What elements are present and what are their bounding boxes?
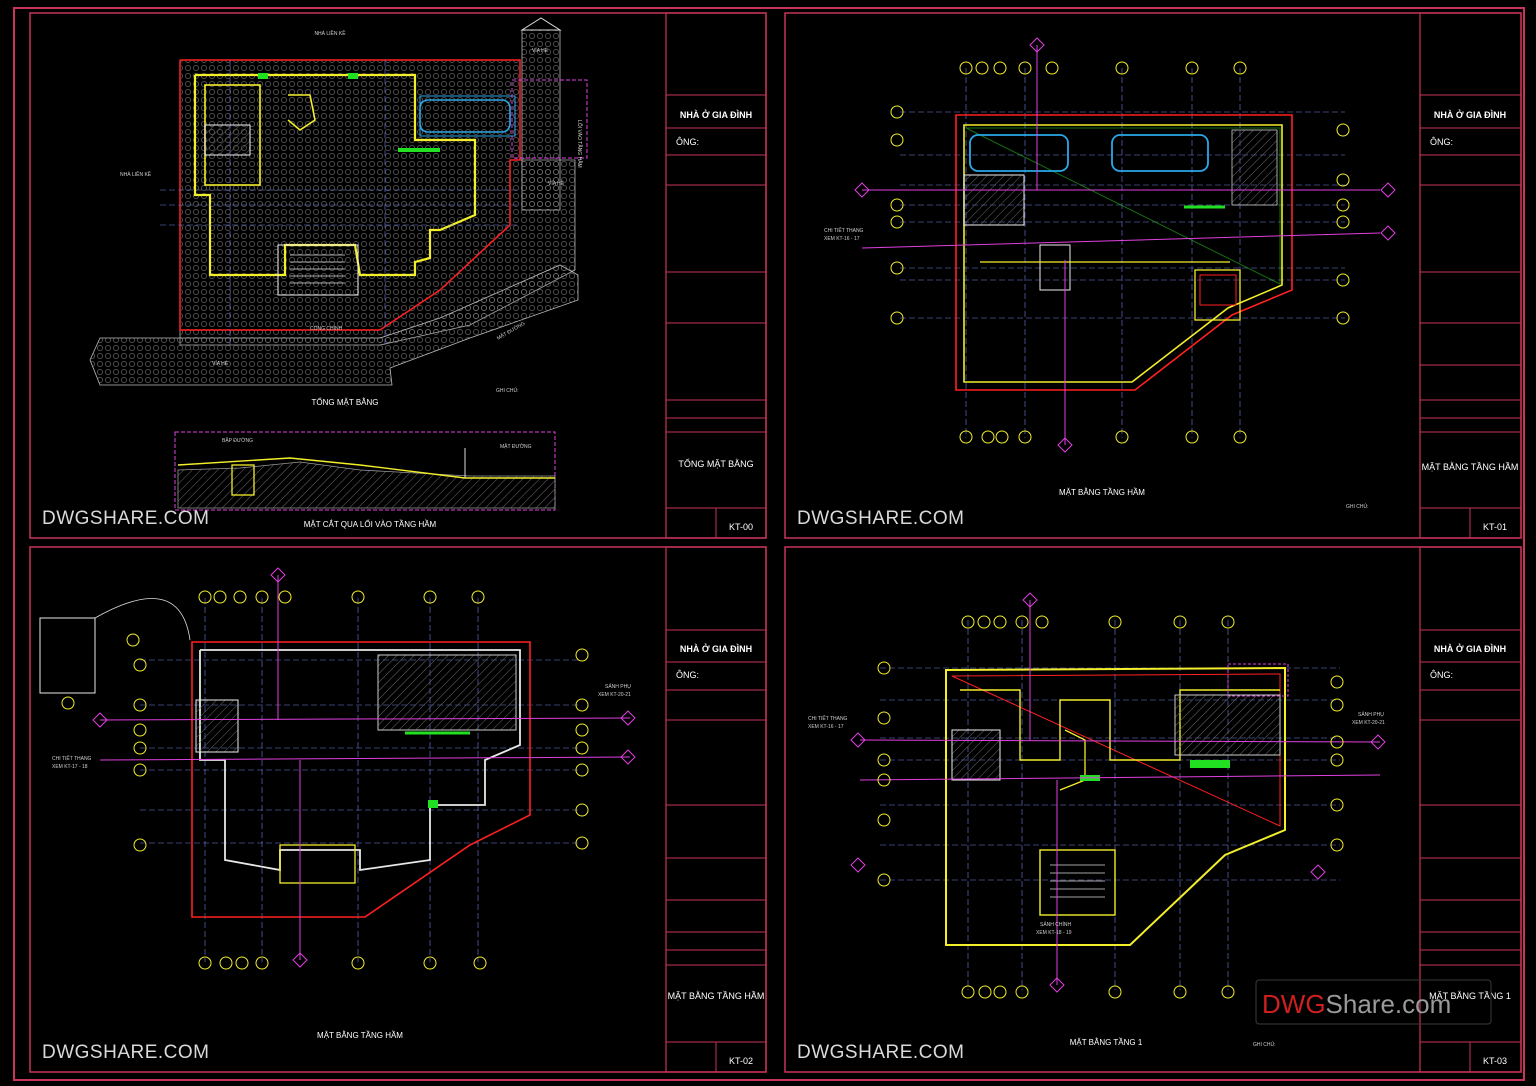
watermark: DWGSHARE.COM (797, 1042, 965, 1063)
car-2 (1111, 134, 1209, 172)
label-xem: XEM KT-16 - 17 (824, 236, 860, 242)
label-bap-duong: BẬP ĐƯỜNG (222, 437, 253, 444)
sheet-code: KT-03 (1483, 1056, 1507, 1066)
logo-suffix: Share.com (1326, 989, 1452, 1019)
cad-drawing-canvas: NHÀ Ở GIA ĐÌNH ÔNG: TỔNG MẶT BẰNG KT-00 … (13, 7, 1525, 1081)
sheet-code: KT-02 (729, 1056, 753, 1066)
grid-lines (140, 598, 580, 962)
grid-bubbles (877, 615, 1344, 999)
label-ghi-chu: GHI CHÚ: (1253, 1041, 1276, 1048)
label-chi-tiet: CHI TIẾT THANG (824, 227, 864, 234)
label-sanh-xem: XEM KT-20-21 (1352, 720, 1385, 726)
label-mat-duong-section: MẶT ĐƯỜNG (500, 443, 532, 450)
label-loi-vao: LỐI VÀO TẦNG HẦM (576, 120, 583, 168)
car-1 (969, 134, 1069, 172)
titleblock-drawing-name: TỔNG MẶT BẰNG (678, 458, 753, 469)
label-xem: XEM KT-17 - 18 (52, 764, 88, 770)
sheet-code: KT-01 (1483, 522, 1507, 532)
label-via-he-right: VỈA HÈ (548, 180, 565, 187)
label-sanh-phu: SẢNH PHỤ (605, 683, 631, 690)
sheet-kt-03[interactable]: NHÀ Ở GIA ĐÌNH ÔNG: MẶT BẰNG TẦNG 1 KT-0… (784, 546, 1522, 1073)
stair (204, 124, 251, 156)
watermark: DWGSHARE.COM (797, 508, 965, 529)
owner-label: ÔNG: (676, 137, 699, 147)
label-chi-tiet: CHI TIẾT THANG (808, 715, 848, 722)
section-callouts (92, 567, 636, 968)
sheet-kt-01[interactable]: NHÀ Ở GIA ĐÌNH ÔNG: MẶT BẰNG TẦNG HẦM KT… (784, 12, 1522, 539)
section-ground (177, 461, 556, 509)
label-nha-lien-ke-left: NHÀ LIỀN KỀ (120, 171, 152, 178)
project-name: NHÀ Ở GIA ĐÌNH (680, 109, 752, 120)
watermark: DWGSHARE.COM (42, 1042, 210, 1063)
section-callouts (850, 592, 1386, 993)
label-via-he-bottom: VỈA HÈ (212, 360, 229, 367)
owner-label: ÔNG: (1430, 670, 1453, 680)
dwgshare-logo: DWGShare.com (1262, 989, 1451, 1019)
drawing-title: MẶT BẰNG TẦNG HẦM (317, 1030, 403, 1040)
logo-prefix: DWG (1262, 989, 1326, 1019)
sheet-kt-00[interactable]: NHÀ Ở GIA ĐÌNH ÔNG: TỔNG MẶT BẰNG KT-00 … (29, 12, 767, 539)
owner-label: ÔNG: (1430, 137, 1453, 147)
project-name: NHÀ Ở GIA ĐÌNH (1434, 109, 1506, 120)
project-name: NHÀ Ở GIA ĐÌNH (680, 643, 752, 654)
title-block (1419, 12, 1522, 539)
roof-triangle (520, 17, 562, 31)
grid-bubbles (61, 590, 589, 970)
sheet-code: KT-00 (729, 522, 753, 532)
sheet-border (29, 546, 767, 1073)
label-xem: XEM KT-16 - 17 (808, 724, 844, 730)
label-ghi-chu: GHI CHÚ: (1346, 503, 1369, 510)
sheet-kt-02[interactable]: NHÀ Ở GIA ĐÌNH ÔNG: MẶT BẰNG TẦNG HẦM KT… (29, 546, 767, 1073)
label-via-he-top: VỈA HÈ (532, 47, 549, 54)
label-cong-chinh: CỔNG CHÍNH (310, 325, 343, 332)
label-sanh-xem: XEM KT-20-21 (598, 692, 631, 698)
watermark: DWGSHARE.COM (42, 508, 210, 529)
label-sanh-chinh: SẢNH CHÍNH (1040, 921, 1072, 928)
project-name: NHÀ Ở GIA ĐÌNH (1434, 643, 1506, 654)
label-sanh-phu: SẢNH PHỤ (1358, 711, 1384, 718)
titleblock-drawing-name: MẶT BẰNG TẦNG HẦM (1422, 462, 1519, 472)
drawing-title-section: MẶT CẮT QUA LỐI VÀO TẦNG HẦM (304, 519, 437, 529)
drawing-title: MẶT BẰNG TẦNG HẦM (1059, 487, 1145, 497)
drawing-title-site-plan: TỔNG MẶT BẰNG (312, 398, 379, 407)
titleblock-drawing-name: MẶT BẰNG TẦNG HẦM (668, 991, 765, 1001)
label-sanh-chinh-xem: XEM KT-18 - 19 (1036, 930, 1072, 936)
label-chi-tiet: CHI TIẾT THANG (52, 755, 92, 762)
label-ghi-chu: GHI CHÚ: (496, 387, 519, 394)
label-nha-lien-ke: NHÀ LIỀN KỀ (314, 30, 346, 37)
owner-label: ÔNG: (676, 670, 699, 680)
drawing-title: MẶT BẰNG TẦNG 1 (1070, 1037, 1143, 1047)
sheet-border (784, 12, 1522, 539)
